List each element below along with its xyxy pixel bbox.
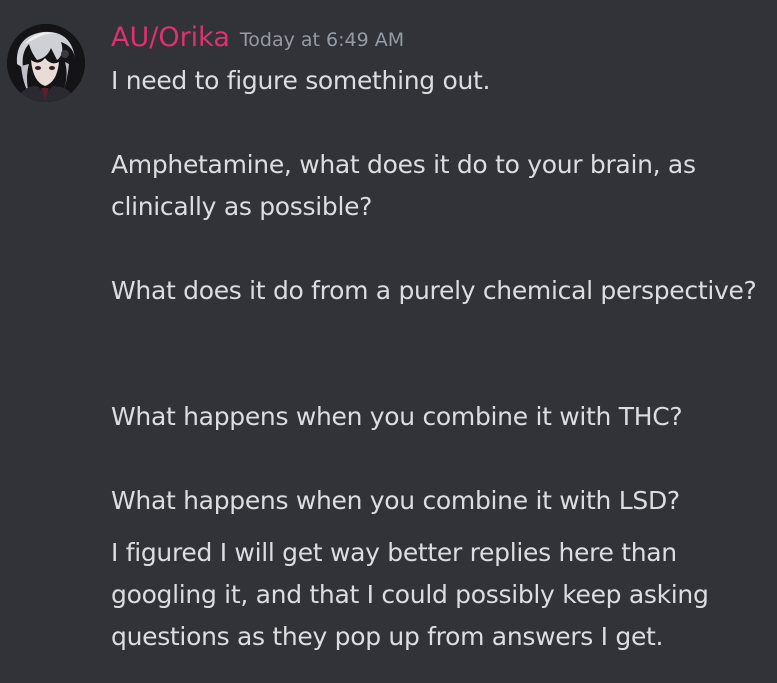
author-name[interactable]: AU/Orika: [111, 22, 230, 53]
message-text: What happens when you combine it with TH…: [111, 402, 683, 431]
message-timestamp: Today at 6:49 AM: [239, 29, 405, 51]
user-avatar[interactable]: [7, 24, 85, 102]
followup-message: I figured I will get way better replies …: [111, 532, 771, 658]
chat-message: AU/Orika Today at 6:49 AM I need to figur…: [0, 0, 777, 683]
anime-character-avatar-icon: [7, 24, 85, 102]
message-text: What happens when you combine it with LS…: [111, 486, 680, 515]
message-text: What does it do from a purely chemical p…: [111, 276, 757, 305]
message-line: What happens when you combine it with LS…: [111, 480, 771, 522]
message-text: Amphetamine, what does it do to your bra…: [111, 150, 696, 221]
message-line: What does it do from a purely chemical p…: [111, 270, 771, 312]
message-text: I figured I will get way better replies …: [111, 538, 709, 651]
message-line: I need to figure something out.: [111, 60, 771, 102]
message-text: I need to figure something out.: [111, 66, 491, 95]
message-line: What happens when you combine it with TH…: [111, 396, 771, 438]
message-header: AU/Orika Today at 6:49 AM: [111, 22, 404, 58]
message-line: Amphetamine, what does it do to your bra…: [111, 144, 771, 228]
